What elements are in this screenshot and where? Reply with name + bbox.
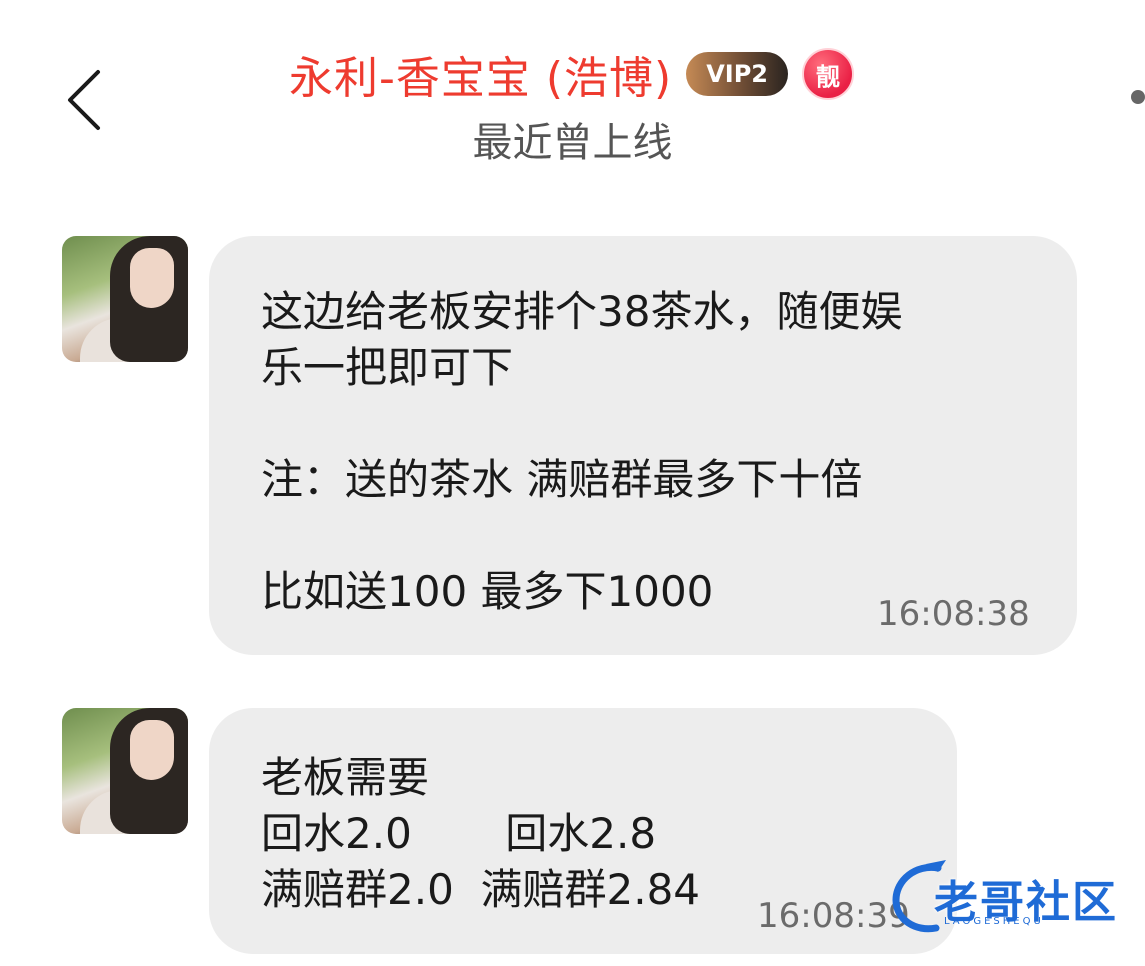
message-text: 这边给老板安排个38茶水，随便娱 乐一把即可下 注：送的茶水 满赔群最多下十倍 … <box>261 287 903 616</box>
avatar[interactable] <box>62 236 188 362</box>
message-bubble[interactable]: 老板需要 回水2.0 回水2.8 满赔群2.0 满赔群2.84 16:08:39 <box>209 708 957 954</box>
hot-number-badge: 靓 <box>802 48 854 100</box>
message-bubble[interactable]: 这边给老板安排个38茶水，随便娱 乐一把即可下 注：送的茶水 满赔群最多下十倍 … <box>209 236 1077 655</box>
watermark-logo: 老哥社区 LAOGESHEQU <box>886 858 1136 938</box>
online-status: 最近曾上线 <box>472 120 673 166</box>
avatar[interactable] <box>62 708 188 834</box>
more-dot-icon[interactable] <box>1131 90 1145 104</box>
vip-badge: VIP2 <box>686 52 788 96</box>
watermark-subtext: LAOGESHEQU <box>944 916 1044 927</box>
message-timestamp: 16:08:38 <box>877 594 1030 634</box>
chat-header: 永利-香宝宝 (浩博) VIP2 靓 <box>0 42 1145 106</box>
contact-name[interactable]: 永利-香宝宝 (浩博) <box>289 42 672 106</box>
message-text: 老板需要 回水2.0 回水2.8 满赔群2.0 满赔群2.84 <box>261 753 701 914</box>
